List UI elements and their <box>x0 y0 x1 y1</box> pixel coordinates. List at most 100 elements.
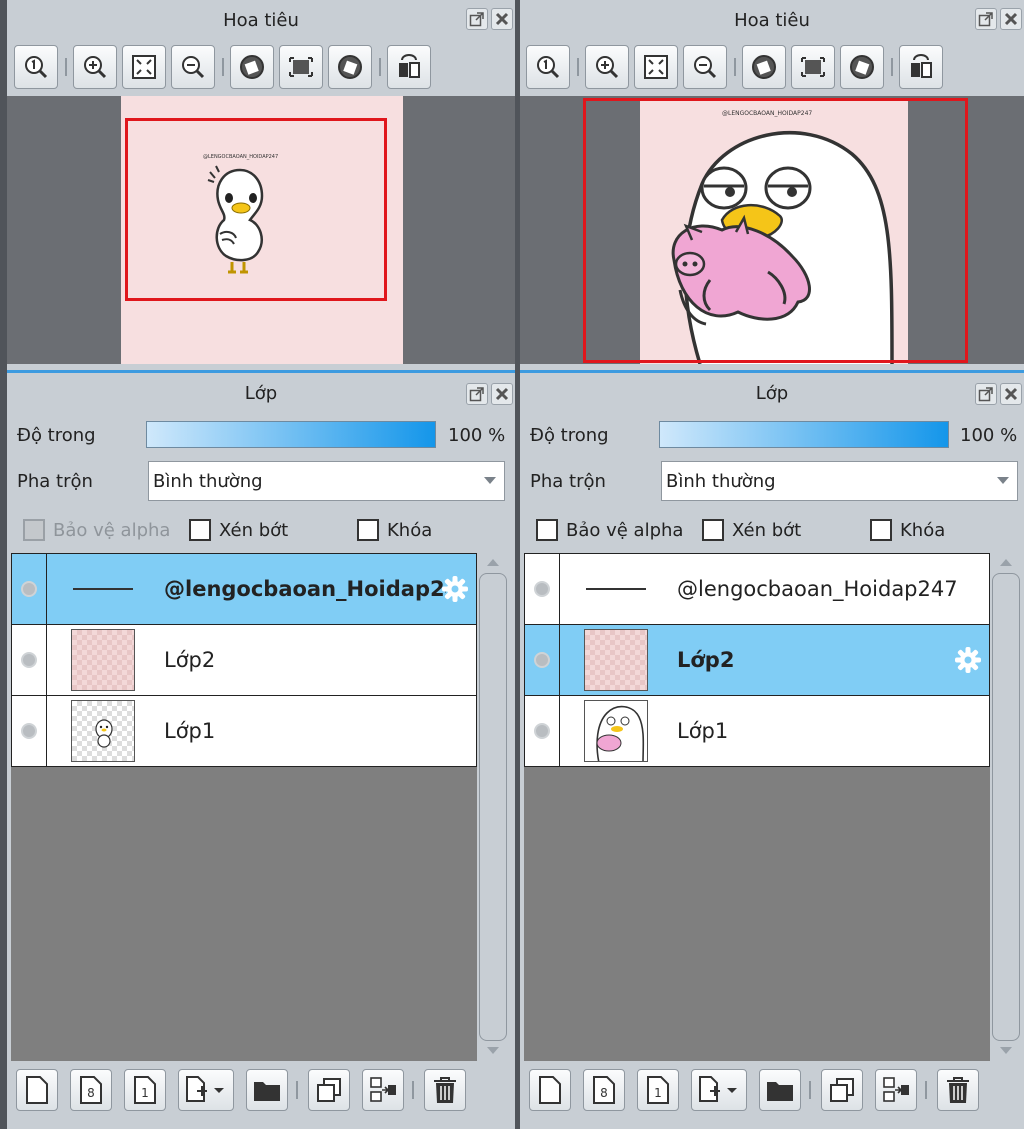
new-folder-button[interactable] <box>246 1069 288 1111</box>
actual-size-button[interactable] <box>14 45 58 89</box>
protect-alpha-label: Bảo vệ alpha <box>53 519 171 541</box>
scroll-thumb[interactable] <box>479 573 507 1041</box>
delete-layer-button[interactable] <box>937 1069 979 1111</box>
layer-row[interactable]: Lớp2 <box>524 624 990 696</box>
view-frame[interactable] <box>125 118 387 301</box>
new-8bit-layer-button[interactable]: 8 <box>583 1069 625 1111</box>
scroll-down-icon[interactable] <box>1000 1047 1012 1054</box>
toolbar-separator <box>379 58 381 76</box>
close-icon <box>1004 12 1018 26</box>
clipping-checkbox[interactable]: Xén bớt <box>189 519 288 541</box>
chevron-down-icon <box>997 477 1009 484</box>
reset-rotation-icon <box>801 57 825 77</box>
left-panel: Hoa tiêu @LENGOCBAOAN_HOIDAP247 Lớp Độ t… <box>7 0 515 1129</box>
layer-row[interactable]: Lớp1 <box>524 695 990 767</box>
new-raster-layer-button[interactable] <box>16 1069 58 1111</box>
svg-text:8: 8 <box>87 1086 95 1100</box>
scroll-down-icon[interactable] <box>487 1047 499 1054</box>
close-button[interactable] <box>491 383 513 405</box>
layer-row[interactable]: @lengocbaoan_Hoidap247 <box>524 553 990 625</box>
duplicate-layer-button[interactable] <box>821 1069 863 1111</box>
new-1bit-layer-button[interactable]: 1 <box>637 1069 679 1111</box>
scroll-up-icon[interactable] <box>487 559 499 566</box>
reset-rotation-button[interactable] <box>791 45 835 89</box>
scroll-up-icon[interactable] <box>1000 559 1012 566</box>
close-button[interactable] <box>1000 383 1022 405</box>
add-layer-dropdown-button[interactable] <box>178 1069 234 1111</box>
visibility-icon <box>21 652 37 668</box>
gear-icon[interactable] <box>440 574 470 604</box>
navigator-title: Hoa tiêu <box>734 9 810 31</box>
rotate-right-button[interactable] <box>840 45 884 89</box>
close-button[interactable] <box>491 8 513 30</box>
layer-name: Lớp1 <box>677 719 729 743</box>
new-1bit-layer-button[interactable]: 1 <box>124 1069 166 1111</box>
merge-down-icon <box>370 1077 396 1102</box>
fit-window-button[interactable] <box>634 45 678 89</box>
flip-horizontal-icon <box>399 54 420 78</box>
zoom-in-button[interactable] <box>73 45 117 89</box>
navigator-preview[interactable]: @LENGOCBAOAN_HOIDAP247 <box>520 96 1024 364</box>
close-button[interactable] <box>1000 8 1022 30</box>
opacity-slider[interactable] <box>146 421 436 448</box>
actual-size-icon <box>537 56 560 79</box>
add-layer-dropdown-button[interactable] <box>691 1069 747 1111</box>
view-frame[interactable] <box>583 98 968 363</box>
undock-button[interactable] <box>466 383 488 405</box>
flip-horizontal-button[interactable] <box>387 45 431 89</box>
reset-rotation-icon <box>289 57 313 77</box>
visibility-toggle[interactable] <box>12 554 47 624</box>
layer-row[interactable]: Lớp2 <box>11 624 477 696</box>
visibility-toggle[interactable] <box>525 625 560 695</box>
layer-name: @lengocbaoan_Hoidap247 <box>677 577 958 601</box>
flip-horizontal-button[interactable] <box>899 45 943 89</box>
visibility-toggle[interactable] <box>525 554 560 624</box>
toolbar-separator <box>809 1081 811 1099</box>
new-folder-button[interactable] <box>759 1069 801 1111</box>
protect-alpha-checkbox[interactable]: Bảo vệ alpha <box>536 519 683 541</box>
lock-checkbox[interactable]: Khóa <box>357 519 432 541</box>
opacity-slider[interactable] <box>659 421 949 448</box>
visibility-icon <box>534 723 550 739</box>
layers-title: Lớp <box>755 383 789 404</box>
undock-button[interactable] <box>466 8 488 30</box>
new-raster-layer-button[interactable] <box>529 1069 571 1111</box>
navigator-titlebar: Hoa tiêu <box>520 0 1024 40</box>
layer-scrollbar[interactable] <box>990 553 1022 1061</box>
zoom-out-button[interactable] <box>683 45 727 89</box>
undock-button[interactable] <box>975 8 997 30</box>
zoom-in-button[interactable] <box>585 45 629 89</box>
reset-rotation-button[interactable] <box>279 45 323 89</box>
visibility-toggle[interactable] <box>12 625 47 695</box>
layer-scrollbar[interactable] <box>477 553 509 1061</box>
visibility-icon <box>534 652 550 668</box>
new-folder-icon <box>254 1082 280 1101</box>
navigator-preview[interactable]: @LENGOCBAOAN_HOIDAP247 <box>7 96 515 364</box>
blend-mode-select[interactable]: Bình thường <box>661 461 1018 501</box>
delete-layer-button[interactable] <box>424 1069 466 1111</box>
clipping-checkbox[interactable]: Xén bớt <box>702 519 801 541</box>
layer-row[interactable]: @lengocbaoan_Hoidap247 <box>11 553 477 625</box>
close-icon <box>495 12 509 26</box>
scroll-thumb[interactable] <box>992 573 1020 1041</box>
merge-down-icon <box>883 1077 909 1102</box>
new-8bit-layer-button[interactable]: 8 <box>70 1069 112 1111</box>
gear-icon[interactable] <box>953 645 983 675</box>
undock-button[interactable] <box>975 383 997 405</box>
duplicate-layer-button[interactable] <box>308 1069 350 1111</box>
zoom-out-button[interactable] <box>171 45 215 89</box>
layers-titlebar: Lớp <box>7 370 515 414</box>
visibility-toggle[interactable] <box>12 696 47 766</box>
protect-alpha-checkbox[interactable]: Bảo vệ alpha <box>23 519 170 541</box>
visibility-toggle[interactable] <box>525 696 560 766</box>
layer-row[interactable]: Lớp1 <box>11 695 477 767</box>
fit-window-button[interactable] <box>122 45 166 89</box>
rotate-left-button[interactable] <box>742 45 786 89</box>
rotate-left-button[interactable] <box>230 45 274 89</box>
blend-mode-select[interactable]: Bình thường <box>148 461 505 501</box>
lock-checkbox[interactable]: Khóa <box>870 519 945 541</box>
actual-size-button[interactable] <box>526 45 570 89</box>
merge-down-button[interactable] <box>875 1069 917 1111</box>
merge-down-button[interactable] <box>362 1069 404 1111</box>
rotate-right-button[interactable] <box>328 45 372 89</box>
